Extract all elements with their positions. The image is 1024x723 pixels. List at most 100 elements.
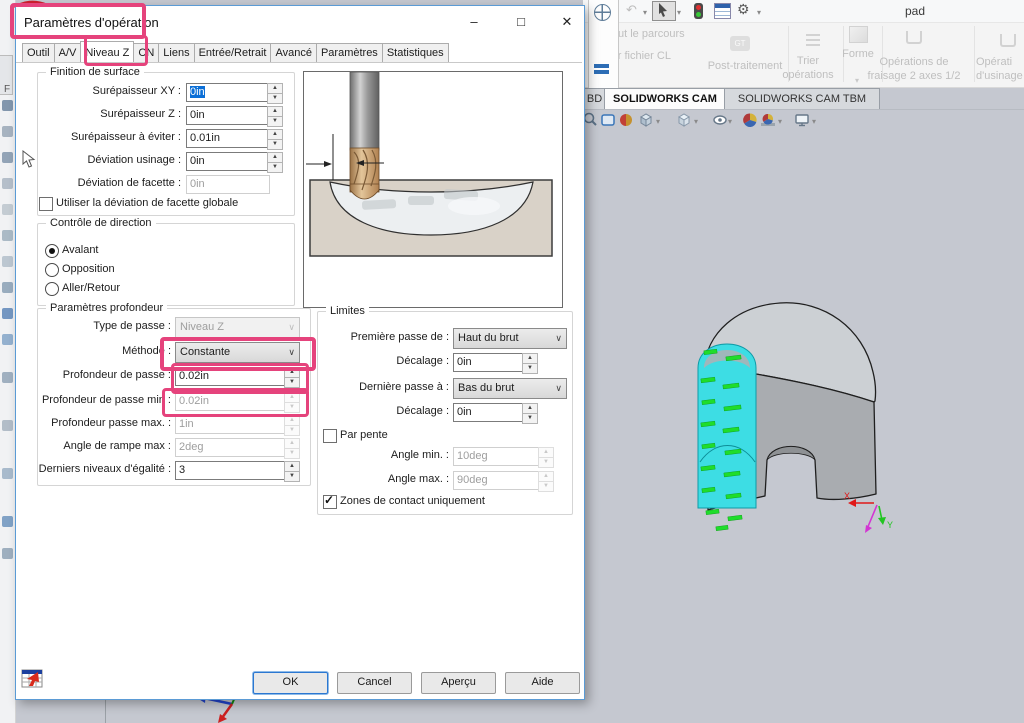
derniers-niveaux-field[interactable]: 3 (175, 461, 287, 480)
tab-parametres[interactable]: Paramètres (316, 43, 383, 62)
field-label: Méthode : (24, 345, 171, 357)
select-tool-button[interactable] (652, 1, 676, 21)
deviation-usinage-field[interactable]: 0in (186, 152, 270, 171)
decalage-1-spinner[interactable]: ▲▼ (522, 353, 538, 372)
radio-label: Opposition (62, 263, 115, 275)
close-button[interactable]: ✕ (552, 12, 582, 32)
view-settings-caret-icon[interactable]: ▾ (812, 117, 816, 126)
ok-button[interactable]: OK (253, 672, 328, 694)
decalage-2-field[interactable]: 0in (453, 403, 525, 422)
aide-button[interactable]: Aide (505, 672, 580, 694)
view-settings-icon[interactable] (794, 112, 810, 128)
field-label: Déviation de facette : (41, 177, 181, 189)
display-style-caret-icon[interactable]: ▾ (694, 117, 698, 126)
surepaisseur-z-spinner[interactable]: ▲▼ (267, 106, 283, 125)
tab-bd-partial[interactable]: BD (583, 88, 606, 110)
tab-outil[interactable]: Outil (22, 43, 55, 62)
operations-grid-icon[interactable] (21, 667, 47, 691)
scene-icon[interactable] (760, 112, 776, 128)
tab-underline (583, 109, 1024, 110)
toolbar-icon[interactable] (2, 204, 13, 215)
surepaisseur-xy-spinner[interactable]: ▲▼ (267, 83, 283, 102)
toolbar-icon[interactable] (2, 468, 13, 479)
radio-avalant[interactable] (45, 244, 59, 258)
settings-caret-icon[interactable]: ▾ (757, 8, 761, 17)
operation-parameters-dialog: Paramètres d'opération – □ ✕ Outil A/V N… (15, 5, 585, 700)
maximize-button[interactable]: □ (506, 12, 536, 32)
toolbar-icon[interactable] (2, 256, 13, 267)
post-process-icon: GT (730, 36, 750, 51)
angle-max-spinner: ▲▼ (538, 471, 554, 490)
surepaisseur-eviter-spinner[interactable]: ▲▼ (267, 129, 283, 148)
toolbar-icon[interactable] (2, 100, 13, 111)
derniere-passe-combo[interactable]: Bas du brut∨ (453, 378, 567, 399)
angle-max-field: 90deg (453, 471, 541, 490)
svg-text:X: X (844, 491, 850, 501)
deviation-usinage-spinner[interactable]: ▲▼ (267, 152, 283, 171)
tab-avance[interactable]: Avancé (270, 43, 317, 62)
undo-caret-icon[interactable]: ▾ (643, 8, 647, 17)
view-orientation-icon[interactable] (638, 112, 654, 128)
cancel-button[interactable]: Cancel (337, 672, 412, 694)
toolbar-icon[interactable] (2, 334, 13, 345)
section-view-icon[interactable] (618, 112, 634, 128)
toolbar-icon[interactable] (2, 372, 13, 383)
toolbar-icon[interactable] (2, 308, 13, 319)
par-pente-checkbox[interactable] (323, 429, 337, 443)
apercu-button[interactable]: Aperçu (421, 672, 496, 694)
globe-icon[interactable] (594, 4, 611, 21)
toolbar-icon[interactable] (2, 420, 13, 431)
display-style-icon[interactable] (676, 112, 692, 128)
layers-icon[interactable] (594, 64, 609, 76)
operation-table-icon[interactable] (714, 3, 731, 19)
zoom-area-icon[interactable] (600, 112, 616, 128)
premiere-passe-combo[interactable]: Haut du brut∨ (453, 328, 567, 349)
profondeur-de-passe-spinner[interactable]: ▲▼ (284, 367, 300, 386)
tab-entree-retrait[interactable]: Entrée/Retrait (194, 43, 272, 62)
traffic-light-icon[interactable] (694, 3, 703, 19)
3d-model-viewport[interactable]: X Y (660, 290, 960, 550)
hide-show-caret-icon[interactable]: ▾ (728, 117, 732, 126)
hide-show-icon[interactable] (712, 112, 728, 128)
view-orientation-caret-icon[interactable]: ▾ (656, 117, 660, 126)
tab-solidworks-cam[interactable]: SOLIDWORKS CAM (604, 88, 726, 110)
scene-caret-icon[interactable]: ▾ (778, 117, 782, 126)
decalage-2-spinner[interactable]: ▲▼ (522, 403, 538, 422)
field-label: Angle min. : (323, 449, 449, 461)
radio-opposition[interactable] (45, 263, 59, 277)
surepaisseur-xy-field[interactable]: 0in (186, 83, 270, 102)
mouse-cursor (22, 150, 36, 168)
tab-solidworks-cam-tbm[interactable]: SOLIDWORKS CAM TBM (724, 88, 880, 110)
ribbon-partial-label-top: ut le parcours (618, 28, 685, 40)
decalage-1-field[interactable]: 0in (453, 353, 525, 372)
deviation-facette-globale-checkbox[interactable] (39, 197, 53, 211)
tab-av[interactable]: A/V (54, 43, 82, 62)
zones-contact-checkbox[interactable]: ✓ (323, 495, 337, 509)
toolbar-icon[interactable] (2, 152, 13, 163)
toolbar-icon[interactable] (2, 178, 13, 189)
surepaisseur-eviter-field[interactable]: 0.01in (186, 129, 270, 148)
tab-liens[interactable]: Liens (158, 43, 194, 62)
methode-combo[interactable]: Constante∨ (175, 342, 300, 363)
toolbar-icon[interactable] (2, 126, 13, 137)
surepaisseur-z-field[interactable]: 0in (186, 106, 270, 125)
toolbar-icon[interactable] (2, 282, 13, 293)
tab-statistiques[interactable]: Statistiques (382, 43, 449, 62)
gear-icon[interactable]: ⚙ (737, 1, 750, 18)
toolbar-icon[interactable] (2, 548, 13, 559)
tab-cn[interactable]: CN (133, 43, 159, 62)
profondeur-de-passe-field[interactable]: 0.02in (175, 367, 287, 386)
radio-label: Avalant (62, 244, 99, 256)
tab-niveau-z[interactable]: Niveau Z (80, 41, 134, 62)
toolbar-icon[interactable] (2, 516, 13, 527)
toolbar-icon[interactable] (2, 230, 13, 241)
chevron-down-icon: ∨ (555, 379, 562, 397)
minimize-button[interactable]: – (459, 12, 489, 32)
radio-aller-retour[interactable] (45, 282, 59, 296)
edit-appearance-icon[interactable] (742, 112, 758, 128)
field-label: Surépaisseur à éviter : (41, 131, 181, 143)
field-label: Angle max. : (323, 473, 449, 485)
select-caret-icon[interactable]: ▾ (677, 8, 681, 17)
derniers-niveaux-spinner[interactable]: ▲▼ (284, 461, 300, 480)
ribbon-fraisage-line1: Opérations de (858, 56, 970, 68)
